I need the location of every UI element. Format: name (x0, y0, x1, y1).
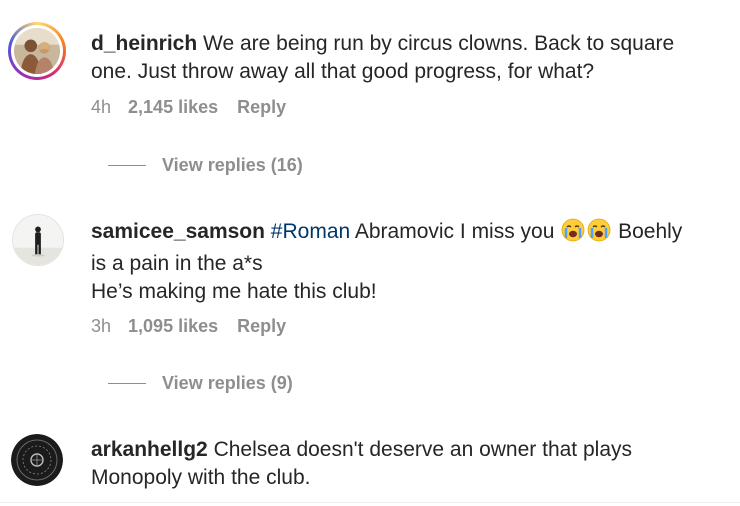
comment-body-line-3: He’s making me hate this club! (91, 280, 377, 303)
view-replies-button[interactable]: View replies (9) (108, 373, 293, 394)
comment-body-line-1: We are being run by circus clowns. Back … (197, 32, 675, 55)
view-replies-button[interactable]: View replies (16) (108, 155, 303, 176)
reply-button[interactable]: Reply (237, 316, 286, 337)
comment-body-line-1: Abramovic I miss you (350, 220, 561, 243)
comment-username[interactable]: samicee_samson (91, 220, 265, 243)
view-replies-label[interactable]: View replies (16) (162, 155, 303, 176)
comment-meta: 4h 2,145 likes Reply (91, 97, 286, 118)
avatar[interactable] (12, 214, 64, 266)
comment-timestamp: 4h (91, 97, 112, 117)
profile-photo-person-standing (13, 215, 63, 265)
comment-text: d_heinrich We are being run by circus cl… (91, 30, 731, 86)
loudly-crying-face-icon (561, 218, 585, 250)
comment-body-line-2: is a pain in the a*s (91, 252, 263, 275)
comment-likes[interactable]: 1,095 likes (128, 316, 218, 337)
dark-circle-logo-icon (11, 434, 63, 486)
view-replies-label[interactable]: View replies (9) (162, 373, 293, 394)
avatar-story-ring (11, 25, 63, 77)
hashtag-link[interactable]: #Roman (271, 220, 350, 243)
comment-username[interactable]: d_heinrich (91, 32, 197, 55)
comment-body-line-2: Monopoly with the club. (91, 466, 311, 489)
avatar[interactable] (8, 22, 66, 80)
comment-body-line-1: Chelsea doesn't deserve an owner that pl… (207, 438, 632, 461)
profile-photo-couple (14, 28, 60, 74)
profile-photo-icon (14, 28, 60, 74)
comment-body-line-1-end: Boehly (612, 220, 683, 243)
comment-username[interactable]: arkanhellg2 (91, 438, 208, 461)
bottom-divider (0, 502, 740, 503)
reply-button[interactable]: Reply (237, 97, 286, 118)
comment-body-line-2: one. Just throw away all that good progr… (91, 60, 595, 83)
comment-timestamp: 3h (91, 316, 112, 336)
replies-divider-line (108, 383, 146, 384)
comment-likes[interactable]: 2,145 likes (128, 97, 218, 118)
replies-divider-line (108, 165, 146, 166)
comment-text: arkanhellg2 Chelsea doesn't deserve an o… (91, 436, 731, 492)
comment-text: samicee_samson #Roman Abramovic I miss y… (91, 218, 731, 306)
loudly-crying-face-icon (587, 218, 611, 250)
comment-meta: 3h 1,095 likes Reply (91, 316, 286, 337)
avatar[interactable] (11, 434, 63, 486)
